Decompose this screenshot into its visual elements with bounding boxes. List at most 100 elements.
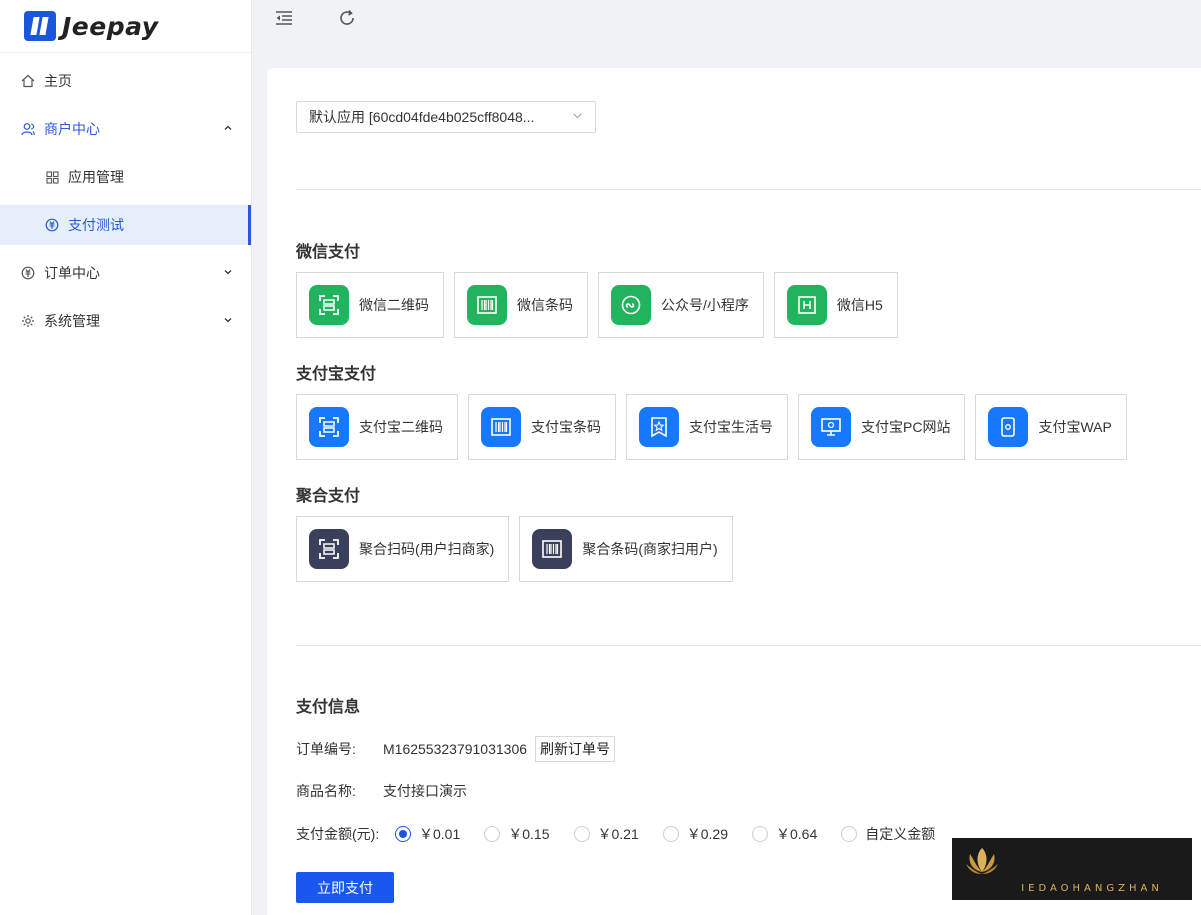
radio-label: ￥0.21 xyxy=(597,826,639,842)
alipay-methods: 支付宝二维码 支付宝条码 支付宝生活号 支付宝PC网站 支付宝WAP xyxy=(296,394,1137,460)
brand-logo[interactable]: Jeepay xyxy=(0,0,251,53)
sidebar-item-system-management[interactable]: 系统管理 xyxy=(0,301,251,341)
sidebar-item-label: 系统管理 xyxy=(44,313,100,329)
pay-method-label: 微信条码 xyxy=(517,297,573,313)
amount-row: 支付金额(元): ￥0.01 ￥0.15 ￥0.21 ￥0.29 ￥0.64 自… xyxy=(296,824,959,844)
top-header xyxy=(252,0,1201,50)
radio-circle xyxy=(395,826,411,842)
radio-label: ￥0.29 xyxy=(686,826,728,842)
radio-circle xyxy=(752,826,768,842)
chevron-up-icon xyxy=(223,123,233,136)
amount-label: 支付金额(元): xyxy=(296,826,380,842)
sidebar-item-label: 支付测试 xyxy=(68,217,124,233)
user-group-icon xyxy=(20,122,36,136)
wechat-methods: 微信二维码 微信条码 公众号/小程序 微信H5 xyxy=(296,272,908,338)
app-select-value: 默认应用 [60cd04fde4b025cff8048... xyxy=(309,109,535,125)
sidebar-item-label: 主页 xyxy=(44,73,72,89)
pay-method-label: 支付宝WAP xyxy=(1038,419,1112,435)
amount-radio-0-29[interactable]: ￥0.29 xyxy=(662,824,728,844)
pay-method-wechat-h5[interactable]: 微信H5 xyxy=(773,272,898,338)
sidebar-item-label: 应用管理 xyxy=(68,169,124,185)
pay-method-aggregate-barcode[interactable]: 聚合条码(商家扫用户) xyxy=(519,516,733,582)
radio-label: 自定义金额 xyxy=(865,826,936,842)
amount-radio-0-64[interactable]: ￥0.64 xyxy=(752,824,817,844)
pay-now-button[interactable]: 立即支付 xyxy=(296,872,394,903)
wechat-section-title: 微信支付 xyxy=(296,244,361,261)
qrcode-scan-icon xyxy=(309,285,349,325)
pay-method-label: 公众号/小程序 xyxy=(661,297,749,313)
divider xyxy=(296,645,1201,646)
divider xyxy=(296,189,1201,190)
radio-circle xyxy=(841,826,858,842)
reload-icon[interactable] xyxy=(337,8,357,34)
radio-circle xyxy=(484,826,501,842)
sidebar: Jeepay 主页 商户中心 应用管理 支付测试 订单中心 系统管理 xyxy=(0,0,252,915)
radio-label: ￥0.01 xyxy=(419,826,461,842)
product-label: 商品名称: xyxy=(296,783,356,799)
amount-radio-0-21[interactable]: ￥0.21 xyxy=(573,824,639,844)
chevron-down-icon xyxy=(572,110,583,124)
pay-method-label: 聚合扫码(用户扫商家) xyxy=(359,541,495,557)
lotus-logo-icon xyxy=(966,848,998,874)
gear-icon xyxy=(20,314,36,328)
aggregate-methods: 聚合扫码(用户扫商家) 聚合条码(商家扫用户) xyxy=(296,516,743,582)
pay-method-wechat-qr[interactable]: 微信二维码 xyxy=(296,272,444,338)
home-icon xyxy=(20,74,36,88)
qrcode-scan-icon xyxy=(309,407,349,447)
pay-method-label: 支付宝二维码 xyxy=(359,419,443,435)
jeepay-logo-icon xyxy=(24,11,56,41)
pay-method-label: 微信H5 xyxy=(836,297,883,313)
pay-method-wechat-barcode[interactable]: 微信条码 xyxy=(454,272,588,338)
sidebar-item-label: 订单中心 xyxy=(44,265,100,281)
h5-icon xyxy=(786,285,827,325)
sidebar-item-home[interactable]: 主页 xyxy=(0,61,251,101)
pay-test-icon xyxy=(44,218,60,232)
grid-icon xyxy=(44,170,60,184)
pay-method-label: 支付宝生活号 xyxy=(689,419,773,435)
desktop-icon xyxy=(811,407,851,447)
refresh-order-button[interactable]: 刷新订单号 xyxy=(535,736,616,762)
pay-method-aggregate-qr[interactable]: 聚合扫码(用户扫商家) xyxy=(296,516,510,582)
qrcode-scan-icon xyxy=(309,529,349,569)
pay-method-alipay-barcode[interactable]: 支付宝条码 xyxy=(468,394,616,460)
pay-method-alipay-qr[interactable]: 支付宝二维码 xyxy=(296,394,458,460)
pay-method-alipay-wap[interactable]: 支付宝WAP xyxy=(975,394,1127,460)
pay-method-wechat-mp[interactable]: 公众号/小程序 xyxy=(598,272,764,338)
pay-method-alipay-life[interactable]: 支付宝生活号 xyxy=(626,394,788,460)
sidebar-item-label: 商户中心 xyxy=(44,121,100,137)
menu-fold-icon[interactable] xyxy=(274,8,294,34)
amount-radio-0-01[interactable]: ￥0.01 xyxy=(395,824,460,844)
sidebar-item-app-management[interactable]: 应用管理 xyxy=(0,157,251,197)
barcode-icon xyxy=(467,285,507,325)
chevron-down-icon xyxy=(223,315,233,328)
barcode-icon xyxy=(532,529,573,569)
amount-radio-0-15[interactable]: ￥0.15 xyxy=(484,824,550,844)
star-bookmark-icon xyxy=(639,407,679,447)
radio-label: ￥0.64 xyxy=(776,826,818,842)
app-select[interactable]: 默认应用 [60cd04fde4b025cff8048... xyxy=(296,101,596,133)
order-icon xyxy=(20,266,36,280)
pay-method-label: 支付宝PC网站 xyxy=(861,419,951,435)
mobile-icon xyxy=(988,407,1029,447)
sidebar-item-merchant-center[interactable]: 商户中心 xyxy=(0,109,251,149)
radio-circle xyxy=(662,826,679,842)
order-no-label: 订单编号: xyxy=(296,741,356,757)
sidebar-item-order-center[interactable]: 订单中心 xyxy=(0,253,251,293)
pay-info-title: 支付信息 xyxy=(296,699,361,716)
barcode-icon xyxy=(481,407,521,447)
pay-method-alipay-pc[interactable]: 支付宝PC网站 xyxy=(798,394,966,460)
order-no-row: 订单编号: M16255323791031306 刷新订单号 xyxy=(296,736,616,762)
sidebar-item-pay-test[interactable]: 支付测试 xyxy=(0,205,251,245)
pay-method-label: 微信二维码 xyxy=(359,297,429,313)
mini-program-icon xyxy=(611,285,651,325)
main-card: 默认应用 [60cd04fde4b025cff8048... 微信支付 微信二维… xyxy=(267,68,1201,915)
radio-circle xyxy=(573,826,590,842)
aggregate-section-title: 聚合支付 xyxy=(296,488,361,505)
chevron-down-icon xyxy=(223,267,233,280)
pay-method-label: 聚合条码(商家扫用户) xyxy=(582,541,718,557)
product-row: 商品名称: 支付接口演示 xyxy=(296,781,467,801)
alipay-section-title: 支付宝支付 xyxy=(296,366,377,383)
watermark-text: IEDAOHANGZHAN xyxy=(1021,883,1163,894)
product-name: 支付接口演示 xyxy=(383,783,467,799)
amount-radio-custom[interactable]: 自定义金额 xyxy=(841,824,935,844)
